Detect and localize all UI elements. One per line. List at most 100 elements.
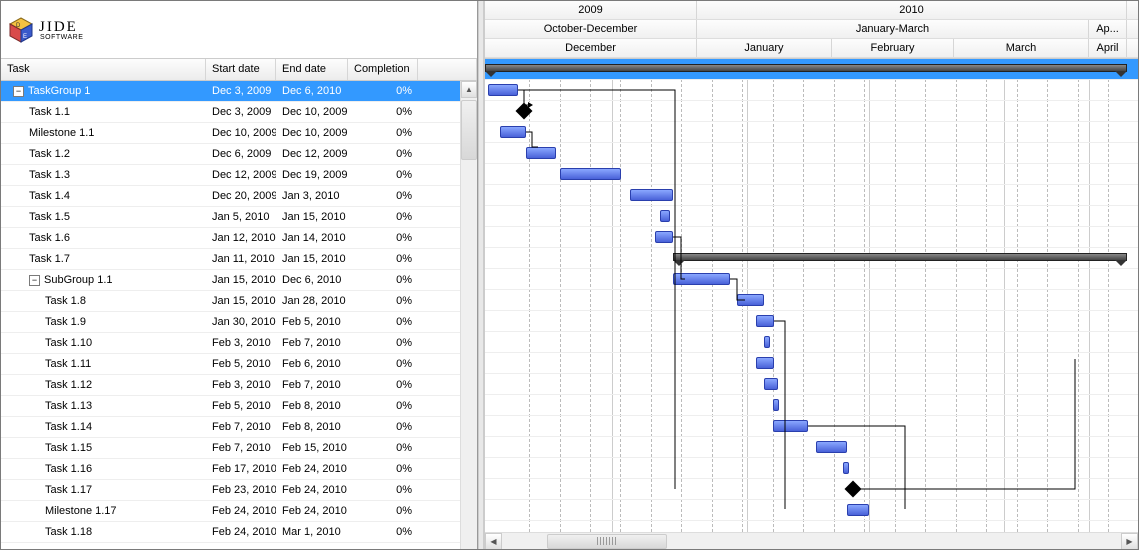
task-bar[interactable] bbox=[764, 336, 770, 348]
timescale-quarter[interactable]: Ap... bbox=[1089, 20, 1127, 38]
task-name: Task 1.9 bbox=[45, 316, 86, 328]
tree-toggle-icon[interactable]: − bbox=[13, 86, 24, 97]
table-row[interactable]: Task 1.3Dec 12, 2009Dec 19, 20090% bbox=[1, 165, 477, 186]
task-bar[interactable] bbox=[673, 273, 730, 285]
table-row[interactable]: Milestone 1.17Feb 24, 2010Feb 24, 20100% bbox=[1, 501, 477, 522]
table-row[interactable]: Task 1.12Feb 3, 2010Feb 7, 20100% bbox=[1, 375, 477, 396]
gantt-row[interactable] bbox=[485, 185, 1138, 206]
table-row[interactable]: Task 1.11Feb 5, 2010Feb 6, 20100% bbox=[1, 354, 477, 375]
task-bar[interactable] bbox=[655, 231, 673, 243]
col-header-start[interactable]: Start date bbox=[206, 59, 276, 80]
gantt-chart-area[interactable] bbox=[485, 59, 1138, 532]
gantt-row[interactable] bbox=[485, 80, 1138, 101]
col-header-end[interactable]: End date bbox=[276, 59, 348, 80]
gantt-row[interactable] bbox=[485, 164, 1138, 185]
task-name: Task 1.4 bbox=[29, 190, 70, 202]
table-row[interactable]: Milestone 1.1Dec 10, 2009Dec 10, 20090% bbox=[1, 123, 477, 144]
table-row[interactable]: Task 1.2Dec 6, 2009Dec 12, 20090% bbox=[1, 144, 477, 165]
gantt-row[interactable] bbox=[485, 416, 1138, 437]
gantt-row[interactable] bbox=[485, 248, 1138, 269]
table-row[interactable]: Task 1.5Jan 5, 2010Jan 15, 20100% bbox=[1, 207, 477, 228]
timescale-month[interactable]: December bbox=[485, 39, 697, 57]
tree-toggle-icon[interactable]: − bbox=[29, 275, 40, 286]
table-row[interactable]: Task 1.6Jan 12, 2010Jan 14, 20100% bbox=[1, 228, 477, 249]
scroll-right-button[interactable]: ▶ bbox=[1121, 533, 1138, 550]
table-row[interactable]: Task 1.1Dec 3, 2009Dec 10, 20090% bbox=[1, 102, 477, 123]
scroll-track[interactable] bbox=[502, 533, 1121, 550]
timescale-year[interactable]: 2010 bbox=[697, 1, 1127, 19]
gantt-row[interactable] bbox=[485, 206, 1138, 227]
table-row[interactable]: Task 1.15Feb 7, 2010Feb 15, 20100% bbox=[1, 438, 477, 459]
gantt-row[interactable] bbox=[485, 395, 1138, 416]
scroll-thumb[interactable] bbox=[461, 100, 477, 160]
gantt-row[interactable] bbox=[485, 290, 1138, 311]
cell-comp: 0% bbox=[348, 106, 418, 118]
task-bar[interactable] bbox=[526, 147, 556, 159]
timescale-quarter[interactable]: October-December bbox=[485, 20, 697, 38]
task-bar[interactable] bbox=[843, 462, 849, 474]
timescale-month[interactable]: January bbox=[697, 39, 832, 57]
gantt-row[interactable] bbox=[485, 479, 1138, 500]
task-bar[interactable] bbox=[764, 378, 778, 390]
gantt-row[interactable] bbox=[485, 500, 1138, 521]
task-bar[interactable] bbox=[630, 189, 673, 201]
table-row[interactable]: Task 1.18Feb 24, 2010Mar 1, 20100% bbox=[1, 522, 477, 543]
task-bar[interactable] bbox=[816, 441, 847, 453]
timescale-quarter[interactable]: January-March bbox=[697, 20, 1089, 38]
gantt-row[interactable] bbox=[485, 332, 1138, 353]
gantt-row[interactable] bbox=[485, 311, 1138, 332]
task-bar[interactable] bbox=[847, 504, 869, 516]
table-row[interactable]: Task 1.4Dec 20, 2009Jan 3, 20100% bbox=[1, 186, 477, 207]
task-bar[interactable] bbox=[560, 168, 621, 180]
task-bar[interactable] bbox=[773, 420, 808, 432]
table-row[interactable]: −TaskGroup 1Dec 3, 2009Dec 6, 20100% bbox=[1, 81, 477, 102]
scroll-thumb-h[interactable] bbox=[547, 534, 667, 549]
table-row[interactable]: Task 1.16Feb 17, 2010Feb 24, 20100% bbox=[1, 459, 477, 480]
milestone-diamond-icon[interactable] bbox=[845, 481, 862, 498]
table-row[interactable]: Task 1.8Jan 15, 2010Jan 28, 20100% bbox=[1, 291, 477, 312]
task-bar[interactable] bbox=[500, 126, 526, 138]
table-row[interactable]: Task 1.14Feb 7, 2010Feb 8, 20100% bbox=[1, 417, 477, 438]
summary-bar[interactable] bbox=[485, 64, 1127, 72]
table-row[interactable]: −SubGroup 1.1Jan 15, 2010Dec 6, 20100% bbox=[1, 270, 477, 291]
table-row[interactable]: Task 1.9Jan 30, 2010Feb 5, 20100% bbox=[1, 312, 477, 333]
gantt-row[interactable] bbox=[485, 437, 1138, 458]
vertical-scrollbar[interactable]: ▲ bbox=[460, 81, 477, 549]
table-row[interactable]: Task 1.7Jan 11, 2010Jan 15, 20100% bbox=[1, 249, 477, 270]
gantt-row[interactable] bbox=[485, 122, 1138, 143]
task-name: Task 1.11 bbox=[45, 358, 91, 370]
task-bar[interactable] bbox=[756, 357, 774, 369]
timescale-month[interactable]: April bbox=[1089, 39, 1127, 57]
col-header-completion[interactable]: Completion bbox=[348, 59, 418, 80]
task-bar[interactable] bbox=[756, 315, 774, 327]
table-row[interactable]: Task 1.13Feb 5, 2010Feb 8, 20100% bbox=[1, 396, 477, 417]
gantt-row[interactable] bbox=[485, 59, 1138, 80]
gantt-row[interactable] bbox=[485, 227, 1138, 248]
task-bar[interactable] bbox=[737, 294, 764, 306]
cell-end: Feb 24, 2010 bbox=[276, 484, 348, 496]
col-header-task[interactable]: Task bbox=[1, 59, 206, 80]
milestone-diamond-icon[interactable] bbox=[516, 103, 533, 120]
gantt-row[interactable] bbox=[485, 101, 1138, 122]
cell-end: Feb 15, 2010 bbox=[276, 442, 348, 454]
task-bar[interactable] bbox=[488, 84, 518, 96]
task-bar[interactable] bbox=[773, 399, 779, 411]
gantt-row[interactable] bbox=[485, 374, 1138, 395]
cell-comp: 0% bbox=[348, 232, 418, 244]
cell-comp: 0% bbox=[348, 400, 418, 412]
table-body[interactable]: −TaskGroup 1Dec 3, 2009Dec 6, 20100%Task… bbox=[1, 81, 477, 549]
timescale-month[interactable]: February bbox=[832, 39, 954, 57]
gantt-row[interactable] bbox=[485, 458, 1138, 479]
scroll-up-button[interactable]: ▲ bbox=[461, 81, 477, 98]
summary-bar[interactable] bbox=[673, 253, 1127, 261]
timescale-month[interactable]: March bbox=[954, 39, 1089, 57]
scroll-left-button[interactable]: ◀ bbox=[485, 533, 502, 550]
horizontal-scrollbar[interactable]: ◀ ▶ bbox=[485, 532, 1138, 549]
timescale-year[interactable]: 2009 bbox=[485, 1, 697, 19]
table-row[interactable]: Task 1.10Feb 3, 2010Feb 7, 20100% bbox=[1, 333, 477, 354]
table-row[interactable]: Task 1.17Feb 23, 2010Feb 24, 20100% bbox=[1, 480, 477, 501]
gantt-row[interactable] bbox=[485, 143, 1138, 164]
gantt-row[interactable] bbox=[485, 269, 1138, 290]
gantt-row[interactable] bbox=[485, 353, 1138, 374]
task-bar[interactable] bbox=[660, 210, 670, 222]
